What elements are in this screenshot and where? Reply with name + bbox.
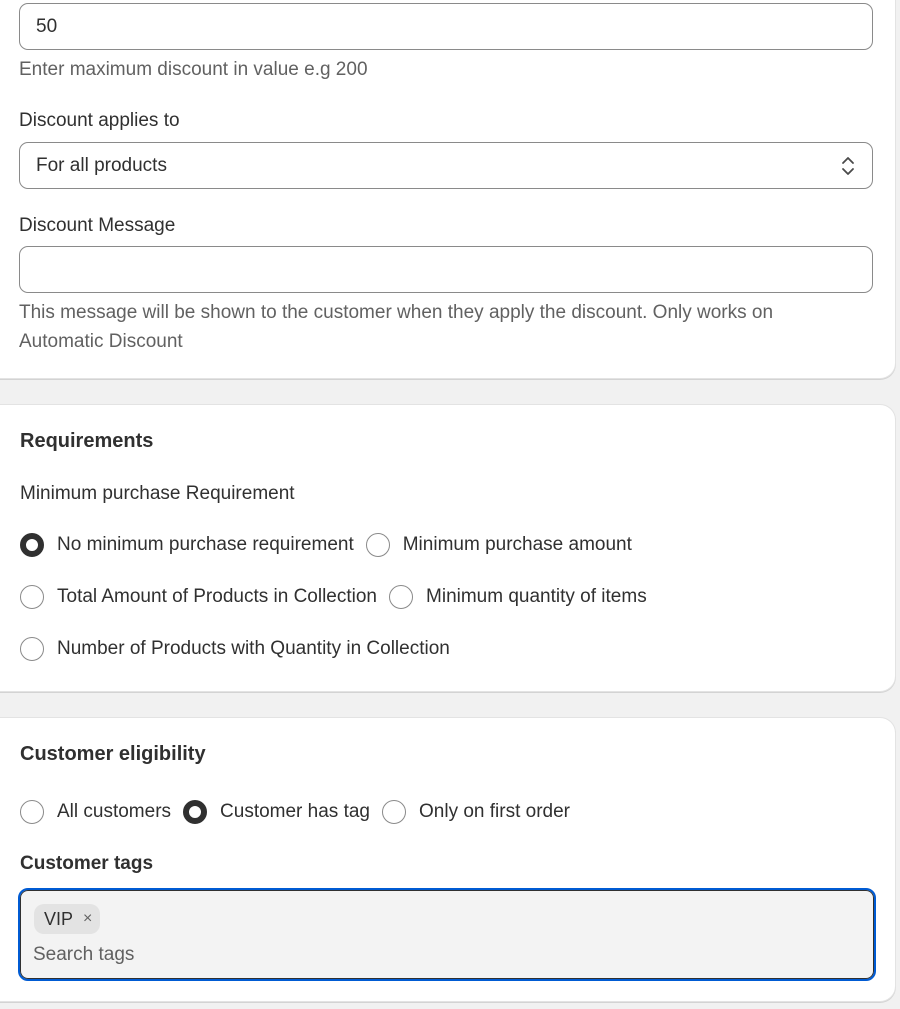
radio-option-minimum-amount[interactable]: Minimum purchase amount bbox=[365, 533, 632, 557]
customer-tags-input[interactable]: VIP × Search tags bbox=[18, 888, 876, 981]
discount-applies-select[interactable]: For all products bbox=[19, 142, 873, 189]
discount-applies-label: Discount applies to bbox=[19, 110, 180, 131]
radio-label: No minimum purchase requirement bbox=[57, 534, 354, 555]
radio-button[interactable] bbox=[365, 533, 390, 557]
radio-label: All customers bbox=[57, 801, 172, 822]
minimum-purchase-label: Minimum purchase Requirement bbox=[20, 483, 295, 504]
radio-button[interactable] bbox=[20, 800, 44, 824]
select-chevron-icon bbox=[842, 157, 854, 175]
tag-chip-vip: VIP × bbox=[34, 904, 101, 934]
radio-button[interactable] bbox=[20, 637, 44, 661]
discount-message-help-line2: Automatic Discount bbox=[19, 331, 183, 352]
radio-label: Minimum quantity of items bbox=[426, 586, 647, 607]
requirements-radio-row-2: Total Amount of Products in Collection M… bbox=[20, 585, 659, 609]
radio-option-all-customers[interactable]: All customers bbox=[20, 800, 171, 824]
radio-label: Customer has tag bbox=[220, 801, 370, 822]
requirements-radio-row-1: No minimum purchase requirement Minimum … bbox=[20, 533, 644, 557]
radio-option-products-quantity-collection[interactable]: Number of Products with Quantity in Coll… bbox=[20, 637, 450, 661]
discount-settings-card: 50 Enter maximum discount in value e.g 2… bbox=[0, 0, 896, 379]
radio-button[interactable] bbox=[382, 800, 406, 824]
discount-message-help-line1: This message will be shown to the custom… bbox=[19, 302, 774, 323]
discount-message-help: This message will be shown to the custom… bbox=[19, 298, 773, 356]
maximum-discount-value: 50 bbox=[36, 15, 58, 37]
radio-option-minimum-quantity[interactable]: Minimum quantity of items bbox=[389, 585, 647, 609]
search-tags-placeholder[interactable]: Search tags bbox=[33, 944, 134, 966]
radio-label: Number of Products with Quantity in Coll… bbox=[57, 638, 450, 659]
radio-button[interactable] bbox=[20, 533, 44, 557]
radio-button[interactable] bbox=[183, 800, 208, 824]
eligibility-radio-row: All customers Customer has tag Only on f… bbox=[20, 800, 582, 824]
radio-label: Minimum purchase amount bbox=[402, 534, 632, 555]
tag-chip-label: VIP bbox=[44, 908, 74, 929]
discount-applies-value: For all products bbox=[36, 154, 167, 176]
radio-label: Total Amount of Products in Collection bbox=[57, 586, 378, 607]
radio-option-no-minimum[interactable]: No minimum purchase requirement bbox=[20, 533, 354, 557]
requirements-radio-row-3: Number of Products with Quantity in Coll… bbox=[20, 637, 462, 661]
maximum-discount-input[interactable]: 50 bbox=[19, 3, 873, 50]
requirements-heading: Requirements bbox=[20, 430, 154, 452]
radio-button[interactable] bbox=[389, 585, 414, 609]
remove-tag-icon[interactable]: × bbox=[83, 910, 92, 928]
radio-option-total-amount-collection[interactable]: Total Amount of Products in Collection bbox=[20, 585, 377, 609]
radio-label: Only on first order bbox=[419, 801, 570, 822]
radio-option-customer-has-tag[interactable]: Customer has tag bbox=[183, 800, 370, 824]
discount-message-input[interactable] bbox=[19, 246, 873, 293]
customer-eligibility-heading: Customer eligibility bbox=[20, 743, 206, 765]
radio-button[interactable] bbox=[20, 585, 44, 609]
maximum-discount-help: Enter maximum discount in value e.g 200 bbox=[19, 59, 368, 80]
discount-message-label: Discount Message bbox=[19, 215, 176, 236]
customer-tags-label: Customer tags bbox=[20, 853, 154, 874]
radio-option-first-order[interactable]: Only on first order bbox=[382, 800, 570, 824]
